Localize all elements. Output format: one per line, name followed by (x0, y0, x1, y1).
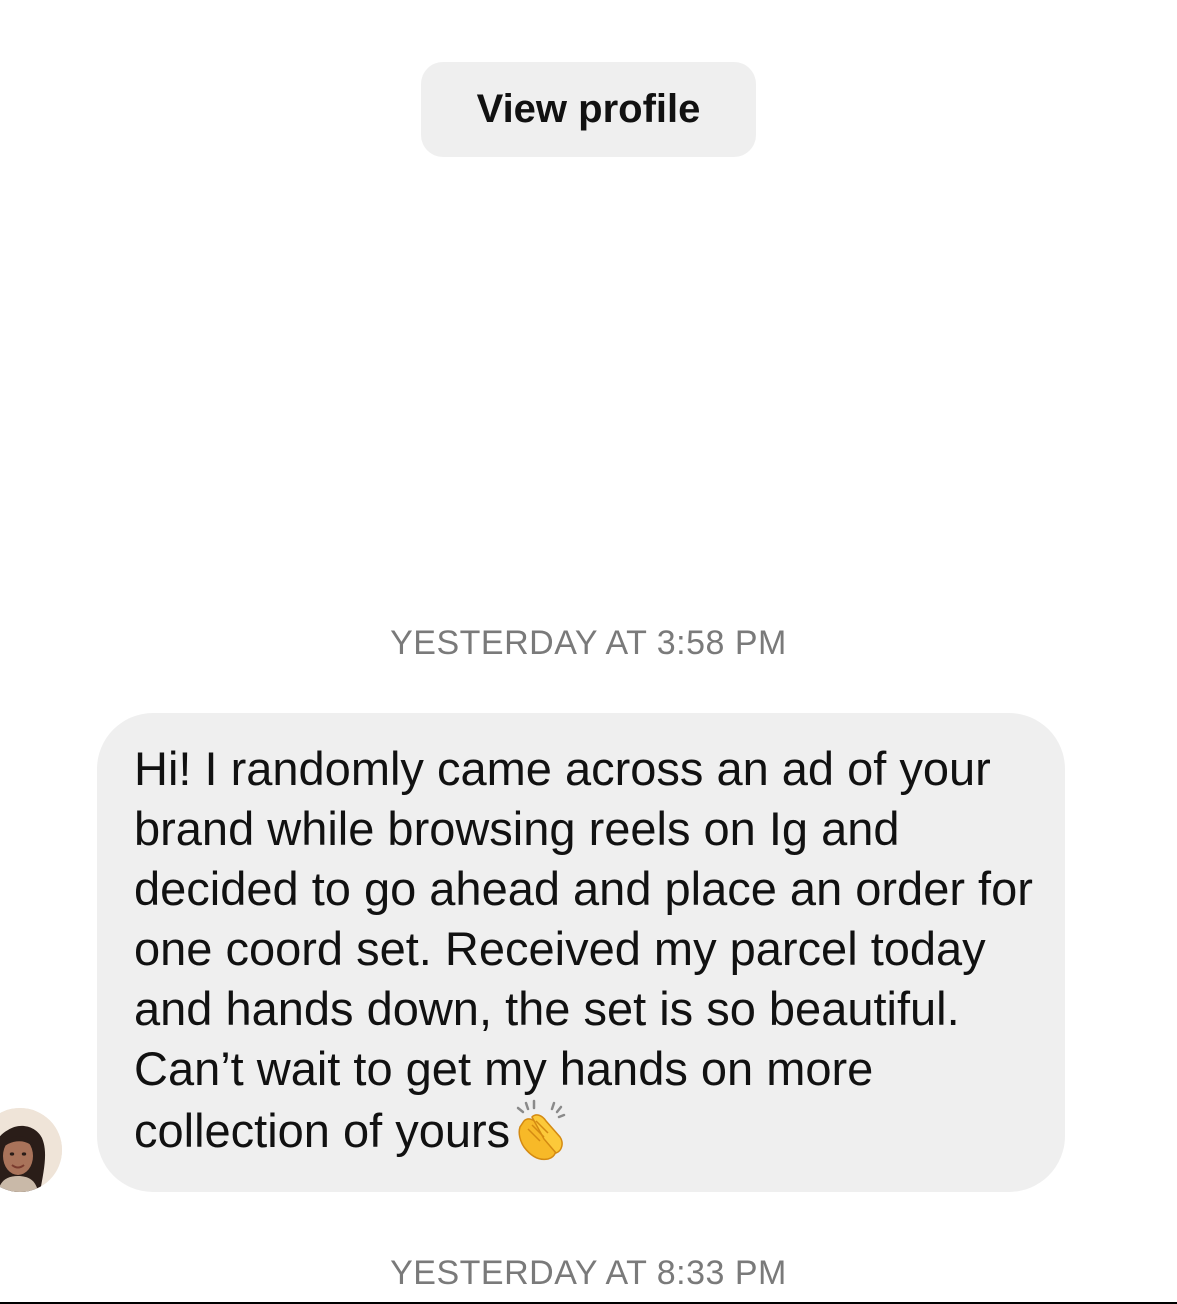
clapping-hands-icon (510, 1099, 572, 1161)
avatar-photo (0, 1108, 62, 1192)
message-text: Hi! I randomly came across an ad of your… (134, 739, 1035, 1161)
view-profile-button[interactable]: View profile (421, 62, 756, 157)
message-timestamp: YESTERDAY AT 3:58 PM (390, 624, 787, 662)
sender-avatar[interactable] (0, 1108, 62, 1192)
message-timestamp: YESTERDAY AT 8:33 PM (390, 1254, 787, 1292)
message-bubble[interactable]: Hi! I randomly came across an ad of your… (97, 713, 1065, 1192)
message-body: Hi! I randomly came across an ad of your… (134, 742, 1033, 1157)
